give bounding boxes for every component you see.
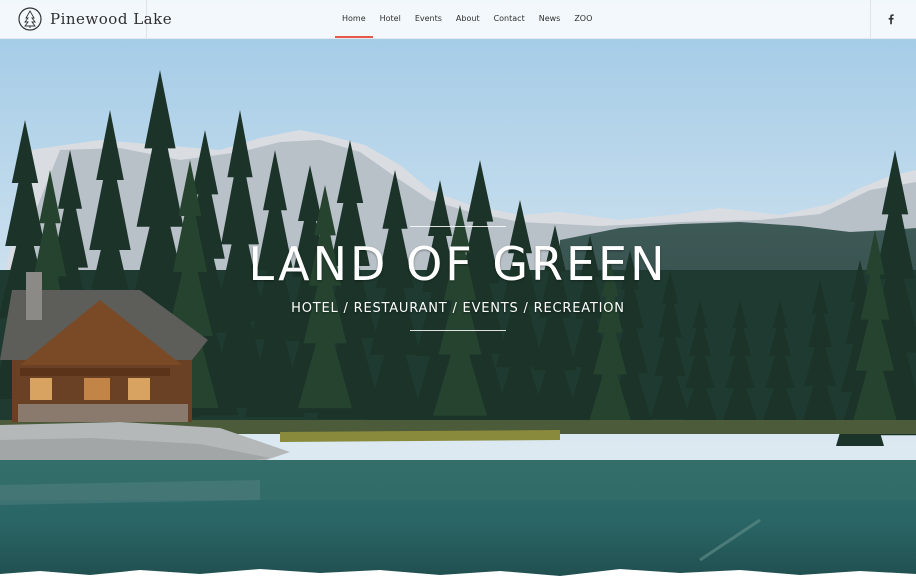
hero-banner: LAND OF GREEN HOTEL / RESTAURANT / EVENT… xyxy=(0,226,916,331)
header-divider-right xyxy=(870,0,871,38)
brand-name: Pinewood Lake xyxy=(50,10,173,28)
hero-rule-bottom xyxy=(410,330,506,331)
nav-item-contact[interactable]: Contact xyxy=(487,0,532,38)
hero-title: LAND OF GREEN xyxy=(248,237,668,291)
nav-item-news[interactable]: News xyxy=(532,0,568,38)
site-logo[interactable]: Pinewood Lake xyxy=(18,6,172,32)
nav-item-hotel[interactable]: Hotel xyxy=(373,0,408,38)
site-header: Pinewood Lake Home Hotel Events About Co… xyxy=(0,0,916,39)
nav-item-home[interactable]: Home xyxy=(335,0,373,38)
hero-subtitle: HOTEL / RESTAURANT / EVENTS / RECREATION xyxy=(291,301,625,316)
pine-tree-icon xyxy=(18,7,42,31)
nav-item-about[interactable]: About xyxy=(449,0,487,38)
nav-item-events[interactable]: Events xyxy=(408,0,449,38)
facebook-icon[interactable] xyxy=(884,12,898,26)
nav-item-zoo[interactable]: ZOO xyxy=(567,0,599,38)
main-nav: Home Hotel Events About Contact News ZOO xyxy=(335,0,599,38)
hero-rule-top xyxy=(410,226,506,227)
header-divider-left xyxy=(146,0,147,38)
